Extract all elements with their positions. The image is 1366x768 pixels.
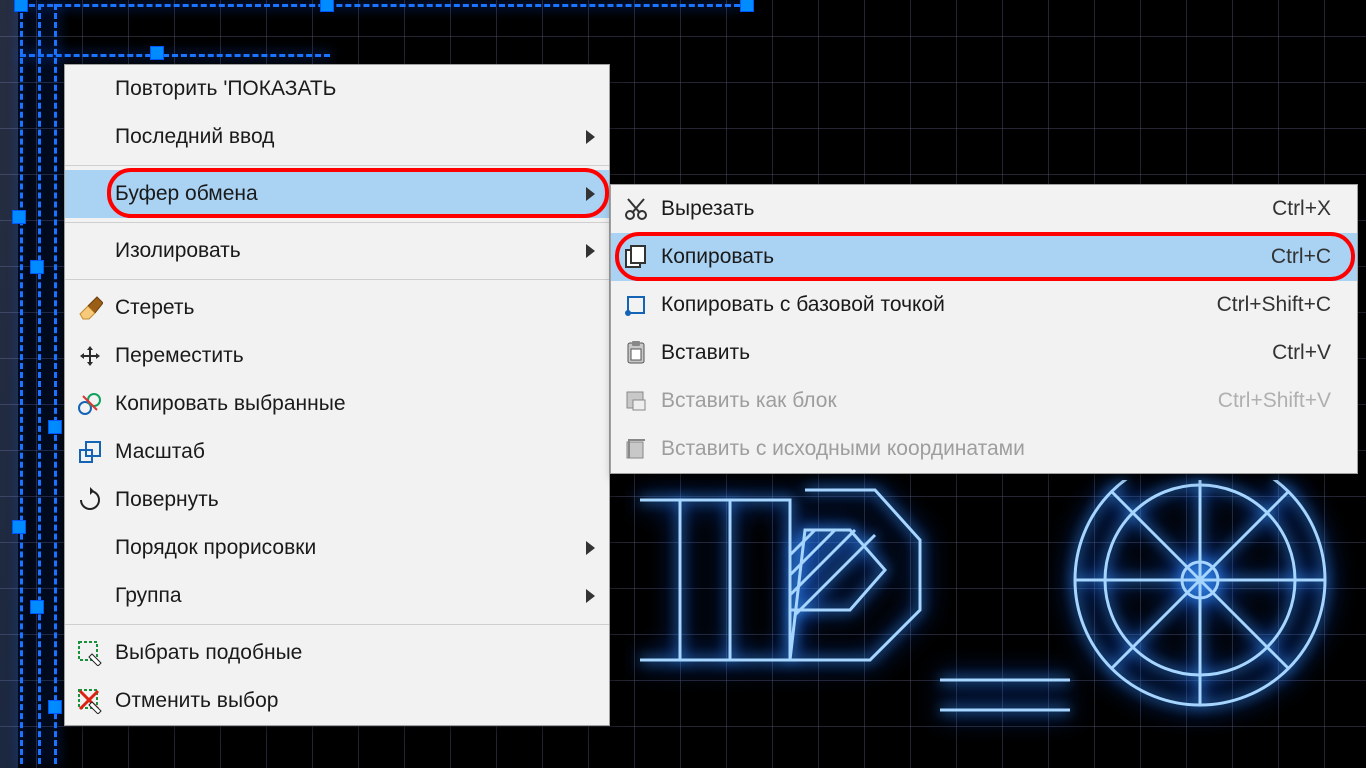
paste-icon: [611, 340, 661, 366]
menu-item-label: Стереть: [115, 296, 583, 320]
menu-separator: [65, 279, 609, 280]
submenu-item-label: Вставить с исходными координатами: [661, 437, 1301, 461]
menu-item-label: Отменить выбор: [115, 689, 583, 713]
copysel-icon: [65, 391, 115, 417]
submenu-item-shortcut: Ctrl+Shift+C: [1187, 293, 1331, 317]
submenu-item-label: Вырезать: [661, 197, 1242, 221]
scale-icon: [65, 439, 115, 465]
erase-icon: [65, 295, 115, 321]
copy-icon: [611, 244, 661, 270]
submenu-item-shortcut: Ctrl+C: [1241, 245, 1331, 269]
menu-item-label: Масштаб: [115, 440, 583, 464]
submenu-item-shortcut: Ctrl+V: [1242, 341, 1331, 365]
rotate-icon: [65, 487, 115, 513]
menu-item-group[interactable]: Группа: [65, 572, 609, 620]
submenu-item-copy-base[interactable]: Копировать с базовой точкойCtrl+Shift+C: [611, 281, 1357, 329]
submenu-item-cut[interactable]: ВырезатьCtrl+X: [611, 185, 1357, 233]
menu-item-label: Изолировать: [115, 239, 583, 263]
pasteblk-icon: [611, 388, 661, 414]
menu-item-draw-order[interactable]: Порядок прорисовки: [65, 524, 609, 572]
selection-grip[interactable]: [12, 520, 26, 534]
menu-item-rotate[interactable]: Повернуть: [65, 476, 609, 524]
selection-grip[interactable]: [320, 0, 334, 12]
menu-separator: [65, 624, 609, 625]
menu-item-label: Порядок прорисовки: [115, 536, 583, 560]
selection-grip[interactable]: [150, 46, 164, 60]
cut-icon: [611, 196, 661, 222]
context-menu-main[interactable]: Повторить 'ПОКАЗАТЬ Последний ввод Буфер о…: [64, 64, 610, 726]
selsim-icon: [65, 640, 115, 666]
menu-separator: [65, 222, 609, 223]
menu-item-deselect[interactable]: Отменить выбор: [65, 677, 609, 725]
desel-icon: [65, 688, 115, 714]
menu-item-clipboard[interactable]: Буфер обмена: [65, 170, 609, 218]
copybase-icon: [611, 292, 661, 318]
menu-item-recent-input[interactable]: Последний ввод: [65, 113, 609, 161]
selection-grip[interactable]: [12, 210, 26, 224]
left-ruler: [0, 0, 18, 768]
submenu-item-paste-original: Вставить с исходными координатами: [611, 425, 1357, 473]
menu-item-label: Повернуть: [115, 488, 583, 512]
pasteorig-icon: [611, 436, 661, 462]
submenu-item-label: Копировать с базовой точкой: [661, 293, 1187, 317]
selection-grip[interactable]: [48, 420, 62, 434]
selection-grip[interactable]: [30, 260, 44, 274]
submenu-item-label: Копировать: [661, 245, 1241, 269]
menu-item-scale[interactable]: Масштаб: [65, 428, 609, 476]
selection-grip[interactable]: [48, 700, 62, 714]
menu-item-isolate[interactable]: Изолировать: [65, 227, 609, 275]
menu-item-label: Переместить: [115, 344, 583, 368]
menu-item-label: Группа: [115, 584, 583, 608]
submenu-item-paste-block: Вставить как блокCtrl+Shift+V: [611, 377, 1357, 425]
menu-item-erase[interactable]: Стереть: [65, 284, 609, 332]
menu-item-select-similar[interactable]: Выбрать подобные: [65, 629, 609, 677]
submenu-item-paste[interactable]: ВставитьCtrl+V: [611, 329, 1357, 377]
submenu-item-shortcut: Ctrl+X: [1242, 197, 1331, 221]
move-icon: [65, 343, 115, 369]
menu-item-move[interactable]: Переместить: [65, 332, 609, 380]
menu-item-label: Буфер обмена: [115, 182, 583, 206]
submenu-item-label: Вставить как блок: [661, 389, 1188, 413]
menu-item-label: Повторить 'ПОКАЗАТЬ: [115, 77, 583, 101]
menu-item-label: Последний ввод: [115, 125, 583, 149]
submenu-item-copy[interactable]: КопироватьCtrl+C: [611, 233, 1357, 281]
selection-grip[interactable]: [740, 0, 754, 12]
submenu-item-shortcut: Ctrl+Shift+V: [1188, 389, 1331, 413]
menu-item-repeat[interactable]: Повторить 'ПОКАЗАТЬ: [65, 65, 609, 113]
selection-grip[interactable]: [14, 0, 28, 12]
menu-item-label: Выбрать подобные: [115, 641, 583, 665]
menu-separator: [65, 165, 609, 166]
menu-item-label: Копировать выбранные: [115, 392, 583, 416]
selection-grip[interactable]: [30, 600, 44, 614]
submenu-item-label: Вставить: [661, 341, 1242, 365]
context-menu-clipboard[interactable]: ВырезатьCtrl+XКопироватьCtrl+CКопировать…: [610, 184, 1358, 474]
menu-item-copy-selected[interactable]: Копировать выбранные: [65, 380, 609, 428]
